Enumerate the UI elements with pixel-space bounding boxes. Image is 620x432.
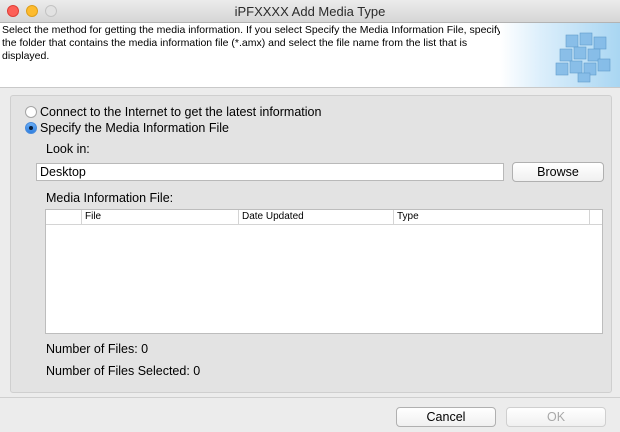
internet-option[interactable]: Connect to the Internet to get the lates… — [25, 105, 321, 119]
internet-radio[interactable] — [25, 106, 37, 118]
media-file-label: Media Information File: — [46, 191, 174, 205]
header-banner-art — [500, 23, 620, 87]
column-file[interactable]: File — [81, 210, 238, 224]
media-file-radio[interactable] — [25, 122, 37, 134]
title-bar: iPFXXXX Add Media Type — [0, 0, 620, 23]
media-file-option[interactable]: Specify the Media Information File — [25, 121, 229, 135]
internet-option-label: Connect to the Internet to get the lates… — [40, 105, 322, 119]
look-in-label: Look in: — [46, 142, 90, 156]
add-media-type-window: iPFXXXX Add Media Type Select the method… — [0, 0, 620, 432]
footer-divider — [0, 397, 620, 398]
column-spacer — [589, 210, 602, 224]
column-date-updated[interactable]: Date Updated — [238, 210, 393, 224]
cancel-button[interactable]: Cancel — [396, 407, 496, 427]
ok-button[interactable]: OK — [506, 407, 606, 427]
media-cubes-icon — [555, 32, 611, 83]
instruction-text: Select the method for getting the media … — [2, 24, 503, 62]
list-column-header: File Date Updated Type — [46, 210, 602, 225]
number-of-files-selected: Number of Files Selected: 0 — [46, 364, 201, 378]
instruction-header: Select the method for getting the media … — [0, 23, 620, 88]
column-type[interactable]: Type — [393, 210, 589, 224]
number-of-files: Number of Files: 0 — [46, 342, 149, 356]
look-in-field[interactable]: Desktop — [36, 163, 504, 181]
browse-button[interactable]: Browse — [512, 162, 604, 182]
window-title: iPFXXXX Add Media Type — [234, 4, 386, 19]
media-file-list[interactable]: File Date Updated Type — [45, 209, 603, 334]
media-file-option-label: Specify the Media Information File — [40, 121, 229, 135]
